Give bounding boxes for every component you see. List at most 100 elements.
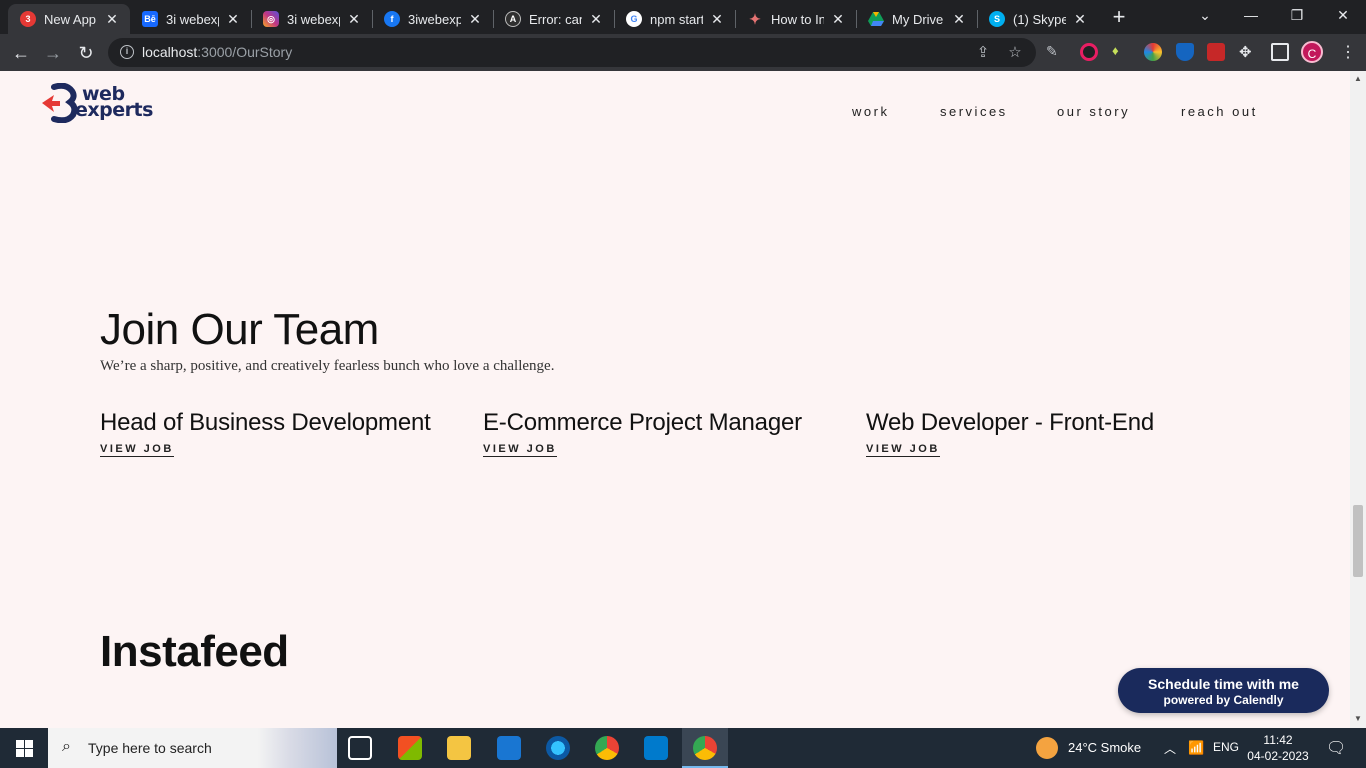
page-viewport: web experts work services our story reac… [0,71,1350,728]
view-job-link[interactable]: VIEW JOB [866,443,940,457]
media-extension-icon[interactable] [1207,43,1225,61]
windows-logo-icon [15,739,33,757]
forward-button[interactable]: → [40,40,66,66]
close-icon[interactable]: ✕ [709,11,725,27]
close-icon[interactable]: ✕ [225,11,241,27]
notification-icon[interactable]: 🗨 [1326,738,1346,758]
search-highlight-art [258,728,337,768]
nav-link-work[interactable]: work [852,104,889,119]
tab-new-app[interactable]: 3 New App ✕ [8,4,130,34]
new-tab-button[interactable]: + [1108,6,1130,29]
nav-link-services[interactable]: services [940,104,1008,119]
side-panel-icon[interactable] [1271,43,1289,61]
calendly-line2: powered by Calendly [1163,693,1284,707]
close-icon[interactable]: ✕ [1072,11,1088,27]
taskbar-search-box[interactable]: ⌕ Type here to search [48,728,337,768]
tab-instagram[interactable]: ◎ 3i webexpe ✕ [251,4,372,34]
view-job-link[interactable]: VIEW JOB [483,443,557,457]
language-indicator[interactable]: ENG [1213,740,1239,754]
tab-title: How to Ins [771,11,824,27]
search-icon: ⌕ [62,738,71,755]
shield-extension-icon[interactable] [1176,43,1194,61]
bulb-extension-icon[interactable]: ♦ [1112,43,1130,61]
skype-icon: S [989,11,1005,27]
join-team-heading: Join Our Team [100,305,379,354]
tab-how-to[interactable]: ✦ How to Ins ✕ [735,4,856,34]
minimize-button[interactable]: — [1228,0,1274,30]
edge-icon[interactable] [546,736,570,760]
url-text[interactable]: localhost:3000/OurStory [142,44,292,60]
color-extension-icon[interactable] [1080,43,1098,61]
bookmark-star-icon[interactable]: ☆ [1006,43,1024,61]
file-explorer-icon[interactable] [447,736,471,760]
calendly-line1: Schedule time with me [1148,676,1299,692]
tab-error[interactable]: A Error: cann ✕ [493,4,614,34]
tab-title: New App [44,11,97,27]
search-placeholder: Type here to search [88,740,212,756]
browser-toolbar: ← → ↻ i localhost:3000/OurStory ⇪ ☆ ✎ ♦ … [0,34,1366,71]
facebook-icon: f [384,11,400,27]
site-logo[interactable]: web experts [40,83,153,123]
profile-avatar[interactable]: C [1301,41,1323,63]
puzzle-extensions-icon[interactable]: ✥ [1239,43,1257,61]
pen-extension-icon[interactable]: ✎ [1046,43,1064,61]
nav-link-our-story[interactable]: our story [1057,104,1130,119]
close-icon[interactable]: ✕ [951,11,967,27]
tab-search-icon[interactable]: ⌄ [1182,0,1228,30]
close-icon[interactable]: ✕ [467,11,483,27]
job-title: E-Commerce Project Manager [483,409,802,436]
calendly-badge-button[interactable]: Schedule time with me powered by Calendl… [1118,668,1329,713]
close-icon[interactable]: ✕ [830,11,846,27]
close-icon[interactable]: ✕ [588,11,604,27]
menu-kebab-icon[interactable]: ⋮ [1340,42,1356,62]
scrollbar-thumb[interactable] [1353,505,1363,577]
tab-behance[interactable]: Bē 3i webexpe ✕ [130,4,251,34]
mail-icon[interactable] [497,736,521,760]
instafeed-heading: Instafeed [100,627,289,676]
view-job-link[interactable]: VIEW JOB [100,443,174,457]
nav-link-reach-out[interactable]: reach out [1181,104,1258,119]
close-window-button[interactable]: ✕ [1320,0,1366,30]
back-button[interactable]: ← [8,40,34,66]
tab-npm-start[interactable]: G npm start ✕ [614,4,735,34]
restore-button[interactable]: ❐ [1274,0,1320,30]
drive-icon [868,11,884,27]
wifi-icon[interactable]: 📶 [1188,740,1204,756]
info-icon[interactable]: i [120,45,134,59]
store-icon[interactable] [398,736,422,760]
tab-my-drive[interactable]: My Drive - ✕ [856,4,977,34]
page-scrollbar[interactable]: ▲ ▼ [1350,71,1366,728]
vscode-icon[interactable] [644,736,668,760]
weather-text[interactable]: 24°C Smoke [1068,740,1141,755]
scroll-up-arrow-icon[interactable]: ▲ [1354,74,1362,83]
url-host: localhost [142,44,198,60]
logo-word-experts: experts [75,99,153,121]
scroll-down-arrow-icon[interactable]: ▼ [1354,714,1362,723]
palette-extension-icon[interactable] [1144,43,1162,61]
tab-strip: 3 New App ✕ Bē 3i webexpe ✕ ◎ 3i webexpe… [0,0,1366,34]
task-view-icon[interactable] [348,736,372,760]
reload-button[interactable]: ↻ [73,40,99,66]
close-icon[interactable]: ✕ [346,11,362,27]
tab-skype[interactable]: S (1) Skype ✕ [977,4,1098,34]
job-card: Head of Business Development VIEW JOB [100,409,470,457]
clock-date: 04-02-2023 [1247,749,1309,763]
tab-title: 3iwebexpe [408,11,461,27]
share-icon[interactable]: ⇪ [974,43,992,61]
address-bar[interactable]: i localhost:3000/OurStory ⇪ ☆ [108,38,1036,67]
tab-title: npm start [650,11,703,27]
chrome-icon[interactable] [595,736,619,760]
taskbar-clock[interactable]: 11:42 04-02-2023 [1243,732,1313,764]
close-icon[interactable]: ✕ [104,11,120,27]
chevron-up-icon[interactable]: ︿ [1164,740,1176,757]
google-icon: G [626,11,642,27]
url-path: :3000/OurStory [197,44,293,60]
app-logo-icon: 3 [20,11,36,27]
job-card: E-Commerce Project Manager VIEW JOB [483,409,853,457]
windows-taskbar: ⌕ Type here to search 24°C Smoke ︿ 📶 ENG… [0,728,1366,768]
active-app-indicator[interactable] [682,728,728,768]
weather-icon[interactable] [1036,737,1058,759]
start-button[interactable] [0,728,48,768]
tab-title: 3i webexpe [166,11,219,27]
tab-facebook[interactable]: f 3iwebexpe ✕ [372,4,493,34]
